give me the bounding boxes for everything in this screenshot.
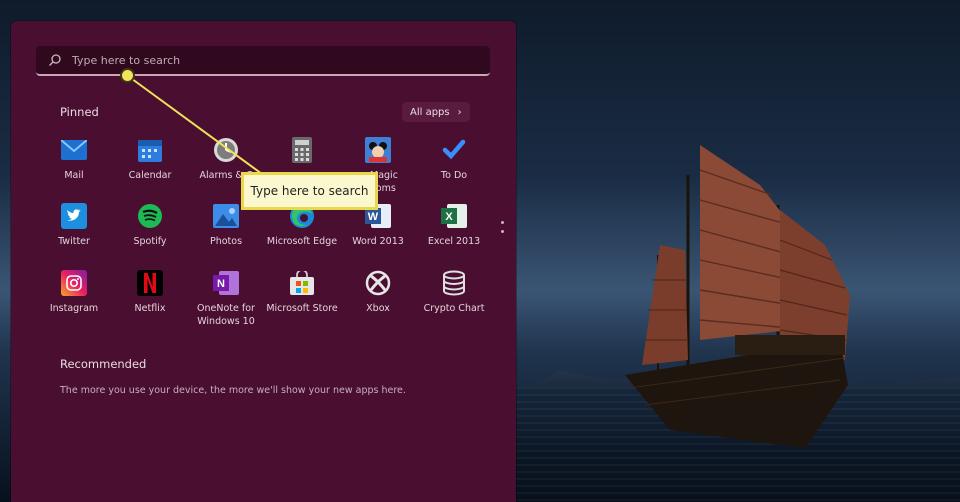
- app-label: Spotify: [133, 236, 167, 247]
- calculator-icon: [289, 137, 315, 163]
- pinned-app-calculator[interactable]: [264, 134, 340, 169]
- crypto-icon: [441, 270, 467, 296]
- app-label: Mail: [64, 170, 84, 181]
- app-label: Excel 2013: [427, 236, 481, 247]
- spotify-icon: [137, 203, 163, 229]
- pinned-app-calendar[interactable]: Calendar: [112, 134, 188, 182]
- page-dot: [501, 230, 504, 233]
- recommended-title: Recommended: [60, 357, 147, 371]
- search-box[interactable]: [36, 46, 490, 76]
- callout-pointer-dot: [120, 68, 135, 83]
- app-label: Microsoft Store: [266, 303, 338, 314]
- app-label: Crypto Chart: [423, 303, 485, 314]
- pinned-app-twitter[interactable]: Twitter: [36, 200, 112, 248]
- svg-text:W: W: [368, 211, 379, 223]
- chevron-right-icon: ›: [457, 106, 462, 118]
- twitter-icon: [61, 203, 87, 229]
- callout-text: Type here to search: [250, 184, 369, 198]
- app-label: Photos: [209, 236, 243, 247]
- pinned-app-netflix[interactable]: Netflix: [112, 267, 188, 315]
- netflix-icon: [137, 270, 163, 296]
- pinned-app-mail[interactable]: Mail: [36, 134, 112, 182]
- pinned-app-store[interactable]: Microsoft Store: [264, 267, 340, 315]
- todo-icon: [441, 137, 467, 163]
- pinned-app-spotify[interactable]: Spotify: [112, 200, 188, 248]
- page-dot: [501, 221, 504, 224]
- svg-text:X: X: [445, 211, 453, 223]
- app-label: Netflix: [134, 303, 166, 314]
- app-label: Instagram: [49, 303, 99, 314]
- calendar-icon: [137, 137, 163, 163]
- all-apps-label: All apps: [410, 106, 450, 118]
- excel-icon: X: [441, 203, 467, 229]
- app-label: Calendar: [128, 170, 172, 181]
- store-icon: [289, 270, 315, 296]
- recommended-empty-text: The more you use your device, the more w…: [60, 385, 406, 396]
- pinned-app-instagram[interactable]: Instagram: [36, 267, 112, 315]
- photos-icon: [213, 203, 239, 229]
- instagram-icon: [61, 270, 87, 296]
- pinned-apps-grid: Mail Calendar Alarms & C Magic ooms To D…: [36, 134, 492, 334]
- game-icon: [365, 137, 391, 163]
- pinned-app-xbox[interactable]: Xbox: [340, 267, 416, 315]
- svg-text:N: N: [217, 278, 225, 290]
- junk-ship-image: [625, 145, 850, 448]
- app-label: Word 2013: [352, 236, 404, 247]
- start-menu: Pinned All apps › Mail Calendar Alarms &…: [11, 21, 516, 502]
- onenote-icon: N: [213, 270, 239, 296]
- pinned-app-todo[interactable]: To Do: [416, 134, 492, 182]
- app-label: To Do: [440, 170, 468, 181]
- callout-label: Type here to search: [241, 172, 378, 210]
- pinned-title: Pinned: [60, 105, 99, 119]
- search-input[interactable]: [70, 52, 474, 68]
- pinned-app-crypto-chart[interactable]: Crypto Chart: [416, 267, 492, 315]
- pinned-app-onenote[interactable]: N OneNote for Windows 10: [188, 267, 264, 328]
- mail-icon: [61, 137, 87, 163]
- page-indicator[interactable]: [501, 221, 504, 239]
- app-label: OneNote for Windows 10: [197, 303, 255, 327]
- app-label: Microsoft Edge: [266, 236, 338, 247]
- app-label: Xbox: [366, 303, 390, 314]
- search-icon: [48, 53, 62, 67]
- all-apps-button[interactable]: All apps ›: [402, 102, 470, 122]
- clock-icon: [213, 137, 239, 163]
- app-label: Twitter: [58, 236, 90, 247]
- pinned-app-excel[interactable]: X Excel 2013: [416, 200, 492, 248]
- xbox-icon: [365, 270, 391, 296]
